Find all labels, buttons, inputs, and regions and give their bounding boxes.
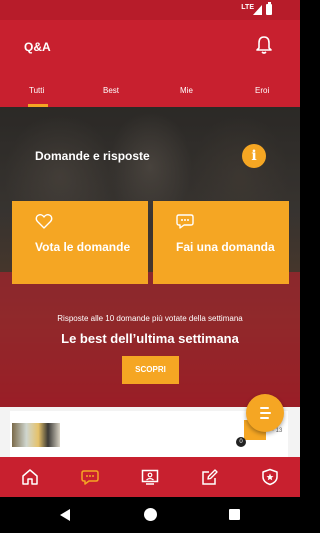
recent-apps-icon[interactable] bbox=[229, 509, 240, 520]
nav-home[interactable] bbox=[0, 457, 60, 497]
nav-qa[interactable] bbox=[60, 457, 120, 497]
app-header: Q&A Tutti Best Mie Eroi bbox=[0, 20, 300, 107]
ask-question-label: Fai una domanda bbox=[176, 240, 275, 254]
discover-button[interactable]: SCOPRI bbox=[122, 356, 179, 384]
best-title: Le best dell’ultima settimana bbox=[61, 331, 239, 346]
edit-icon bbox=[202, 469, 218, 485]
bell-icon[interactable] bbox=[254, 34, 274, 56]
back-icon[interactable] bbox=[60, 509, 70, 521]
nav-club[interactable] bbox=[240, 457, 300, 497]
menu-line bbox=[260, 407, 269, 409]
screen: LTE Q&A Tutti Best Mie Eroi Domande e ri… bbox=[0, 0, 300, 533]
heart-icon bbox=[35, 213, 53, 229]
count-badge: 0 bbox=[236, 437, 246, 447]
info-icon[interactable]: i bbox=[242, 144, 266, 168]
player-thumbnail bbox=[12, 423, 60, 447]
battery-icon bbox=[266, 2, 272, 15]
signal-icon bbox=[253, 5, 262, 15]
vote-questions-card[interactable]: Vota le domande bbox=[12, 201, 148, 284]
tv-icon bbox=[141, 469, 159, 485]
page-title: Q&A bbox=[24, 40, 51, 54]
nav-tv[interactable] bbox=[120, 457, 180, 497]
system-navigation-bar bbox=[0, 497, 300, 533]
tab-mie[interactable]: Mie bbox=[180, 86, 193, 95]
menu-line bbox=[260, 412, 271, 414]
tab-eroi[interactable]: Eroi bbox=[255, 86, 269, 95]
bottom-navigation bbox=[0, 457, 300, 497]
hero-section: Domande e risposte i Vota le domande Fai… bbox=[0, 107, 300, 407]
status-bar: LTE bbox=[0, 0, 300, 20]
chat-bubble-icon bbox=[176, 213, 194, 229]
section-title: Domande e risposte bbox=[35, 149, 150, 163]
vote-questions-label: Vota le domande bbox=[35, 240, 131, 254]
home-circle-icon[interactable] bbox=[144, 508, 157, 521]
chat-icon bbox=[81, 470, 99, 485]
ask-question-card[interactable]: Fai una domanda bbox=[153, 201, 289, 284]
best-subtitle: Risposte alle 10 domande più votate dell… bbox=[57, 314, 243, 323]
tab-best[interactable]: Best bbox=[103, 86, 119, 95]
shield-icon bbox=[262, 468, 278, 486]
menu-fab-button[interactable] bbox=[246, 394, 284, 432]
menu-line bbox=[260, 417, 269, 419]
home-icon bbox=[22, 469, 38, 485]
nav-edit[interactable] bbox=[180, 457, 240, 497]
tab-tutti[interactable]: Tutti bbox=[29, 86, 44, 95]
tab-bar: Tutti Best Mie Eroi bbox=[0, 80, 300, 107]
